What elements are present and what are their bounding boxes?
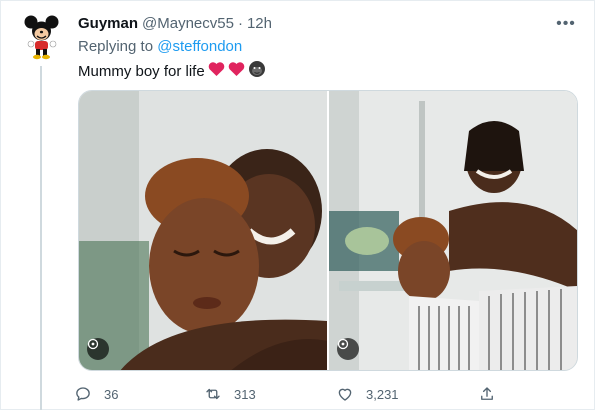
reply-button[interactable]: 36	[74, 385, 118, 403]
red-heart-icon	[228, 61, 245, 83]
separator-dot: ·	[237, 15, 243, 32]
photo-2[interactable]	[329, 91, 577, 370]
mickey-avatar-icon	[24, 15, 59, 60]
more-options-icon[interactable]: •••	[554, 12, 578, 36]
share-icon	[481, 387, 493, 400]
reply-count: 36	[104, 386, 119, 402]
user-handle[interactable]: @Maynecv55	[142, 15, 234, 33]
thread-line	[40, 66, 42, 410]
retweet-count: 313	[234, 386, 256, 402]
avatar[interactable]	[22, 14, 62, 60]
like-button[interactable]: 3,231	[336, 385, 399, 403]
photo-1[interactable]	[79, 91, 327, 370]
heart-icon	[338, 388, 352, 401]
tweet-actions: 36 313 3,231	[74, 382, 504, 406]
replying-to-line: Replying to @steffondon	[78, 38, 242, 56]
media-grid	[78, 90, 578, 371]
tweet-header: Guyman @Maynecv55 · 12h	[78, 15, 272, 33]
timestamp[interactable]: 12h	[247, 15, 272, 33]
like-count: 3,231	[366, 386, 399, 402]
photo-1-image	[79, 91, 327, 370]
tweet-text: Mummy boy for life	[78, 60, 266, 84]
gorilla-icon	[248, 60, 266, 84]
replying-to-link[interactable]: @steffondon	[157, 38, 242, 55]
photo-2-image	[329, 91, 577, 370]
replying-to-prefix: Replying to	[78, 38, 154, 55]
red-heart-icon	[208, 61, 225, 83]
tweet-body: Mummy boy for life	[78, 63, 205, 80]
reply-icon	[76, 387, 90, 401]
display-name[interactable]: Guyman	[78, 15, 138, 33]
more-options-label: •••	[556, 15, 576, 32]
share-button[interactable]	[478, 385, 496, 403]
media-info-icon[interactable]	[337, 338, 359, 360]
retweet-icon	[206, 388, 220, 400]
media-info-icon[interactable]	[87, 338, 109, 360]
retweet-button[interactable]: 313	[204, 385, 256, 403]
